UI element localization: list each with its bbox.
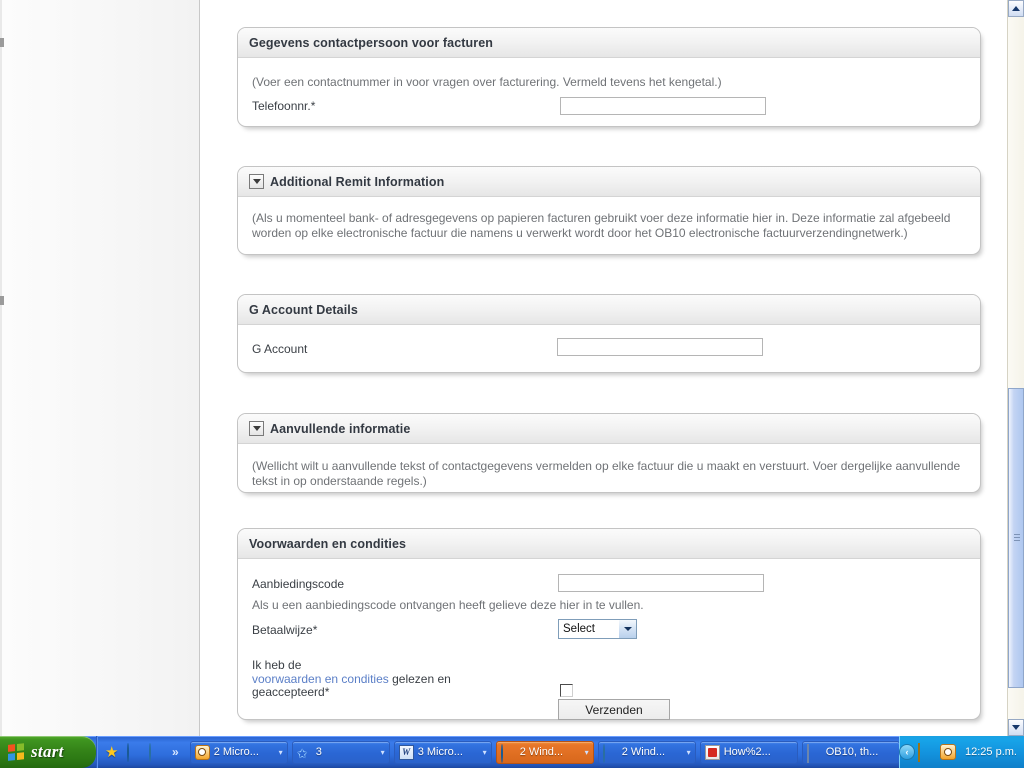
collapse-toggle-icon[interactable] bbox=[249, 174, 264, 189]
section-body: Aanbiedingscode Als u een aanbiedingscod… bbox=[238, 574, 980, 725]
system-tray: ‹ 12:25 p.m. bbox=[899, 736, 1024, 768]
task-button-active[interactable]: 2 Wind... ▾ bbox=[495, 740, 594, 764]
betaalwijze-label: Betaalwijze* bbox=[252, 623, 318, 637]
plane-icon: ✩ bbox=[296, 745, 308, 761]
field-row-aanbiedingscode: Aanbiedingscode bbox=[250, 574, 968, 601]
rail-marker-mid bbox=[0, 296, 4, 305]
field-row-accept-terms: Ik heb de voorwaarden en condities gelez… bbox=[250, 658, 968, 703]
swirl-icon[interactable] bbox=[149, 742, 166, 762]
section-note: (Als u momenteel bank- of adresgegevens … bbox=[252, 211, 951, 240]
section-note: (Voer een contactnummer in voor vragen o… bbox=[252, 75, 722, 89]
task-label: 3 bbox=[315, 746, 322, 758]
scroll-up-icon[interactable] bbox=[1008, 0, 1024, 17]
section-body: (Voer een contactnummer in voor vragen o… bbox=[238, 58, 980, 123]
task-label: 2 Wind... bbox=[519, 746, 564, 758]
task-button[interactable]: W 3 Micro... ▾ bbox=[393, 740, 492, 764]
section-title: Additional Remit Information bbox=[270, 174, 445, 189]
clock-icon bbox=[194, 744, 210, 760]
section-title: Gegevens contactpersoon voor facturen bbox=[249, 35, 494, 50]
section-body: (Wellicht wilt u aanvullende tekst of co… bbox=[238, 444, 980, 489]
screen-root: Gegevens contactpersoon voor facturen (V… bbox=[0, 0, 1024, 768]
section-g-account: G Account Details G Account bbox=[237, 294, 981, 373]
tray-clock[interactable]: 12:25 p.m. bbox=[965, 746, 1017, 758]
windows-logo-icon bbox=[8, 742, 25, 762]
task-label: OB10, th... bbox=[825, 746, 879, 758]
chevron-down-icon[interactable]: ▾ bbox=[687, 748, 691, 757]
document-icon bbox=[806, 743, 822, 763]
aanbiedingscode-label: Aanbiedingscode bbox=[252, 577, 345, 591]
section-title: G Account Details bbox=[249, 302, 358, 317]
accept-terms-checkbox[interactable] bbox=[560, 684, 573, 697]
media-player-icon bbox=[500, 743, 516, 763]
telefoonnr-label: Telefoonnr.* bbox=[252, 99, 316, 113]
scrollbar-grip-icon bbox=[1014, 534, 1020, 542]
task-label: 2 Micro... bbox=[213, 746, 259, 758]
windows-taskbar: start ★ » 2 Micro... ▾ ✩ 3 ▾ W 3 Micro..… bbox=[0, 736, 1024, 768]
field-row-telefoonnr: Telefoonnr.* bbox=[250, 97, 968, 123]
submit-row: Verzenden bbox=[250, 699, 968, 725]
chevron-down-icon[interactable]: ▾ bbox=[279, 748, 283, 757]
betaalwijze-selected-value: Select bbox=[563, 623, 595, 635]
section-header-additional-remit[interactable]: Additional Remit Information bbox=[238, 167, 980, 197]
section-body: (Als u momenteel bank- of adresgegevens … bbox=[238, 197, 980, 241]
section-contact-invoices: Gegevens contactpersoon voor facturen (V… bbox=[237, 27, 981, 127]
word-icon: W bbox=[398, 744, 414, 760]
section-additional-remit: Additional Remit Information (Als u mome… bbox=[237, 166, 981, 255]
scrollbar-thumb[interactable] bbox=[1008, 388, 1024, 688]
aanbiedingscode-input[interactable] bbox=[558, 574, 764, 592]
task-button-list: 2 Micro... ▾ ✩ 3 ▾ W 3 Micro... ▾ 2 Wind… bbox=[185, 736, 900, 768]
mail-icon[interactable] bbox=[918, 743, 934, 762]
verzenden-submit-button[interactable]: Verzenden bbox=[558, 699, 670, 720]
accept-terms-text-1: Ik heb de bbox=[252, 658, 302, 672]
chevron-down-icon[interactable]: ▾ bbox=[483, 748, 487, 757]
section-header-g-account: G Account Details bbox=[238, 295, 980, 325]
task-button[interactable]: ✩ 3 ▾ bbox=[291, 740, 390, 764]
section-title: Voorwaarden en condities bbox=[249, 536, 407, 551]
start-button[interactable]: start bbox=[0, 736, 96, 768]
task-label: 3 Micro... bbox=[417, 746, 463, 758]
accept-terms-label: Ik heb de voorwaarden en condities gelez… bbox=[252, 658, 502, 700]
chevron-down-icon[interactable]: ▾ bbox=[381, 748, 385, 757]
field-row-g-account: G Account bbox=[250, 338, 968, 366]
chevron-left-icon: ‹ bbox=[899, 744, 916, 760]
section-body: G Account bbox=[238, 338, 980, 366]
betaalwijze-select[interactable]: Select bbox=[558, 619, 637, 639]
quick-launch-bar: ★ » bbox=[96, 736, 185, 768]
swirl-icon bbox=[602, 743, 618, 763]
section-header-voorwaarden: Voorwaarden en condities bbox=[238, 529, 980, 559]
star-icon[interactable]: ★ bbox=[105, 744, 122, 761]
media-player-icon[interactable] bbox=[127, 742, 144, 762]
chevron-down-icon[interactable] bbox=[618, 620, 636, 638]
telefoonnr-input[interactable] bbox=[560, 97, 766, 115]
clock-icon[interactable] bbox=[940, 744, 957, 760]
vertical-scrollbar[interactable] bbox=[1007, 0, 1024, 736]
scroll-down-icon[interactable] bbox=[1008, 719, 1024, 736]
task-label: How%2... bbox=[723, 746, 771, 758]
tray-expand-button[interactable]: ‹ bbox=[899, 736, 916, 768]
section-header-aanvullende-informatie[interactable]: Aanvullende informatie bbox=[238, 414, 980, 444]
form-content-area: Gegevens contactpersoon voor facturen (V… bbox=[201, 0, 996, 736]
task-button[interactable]: 2 Micro... ▾ bbox=[189, 740, 288, 764]
section-note: (Wellicht wilt u aanvullende tekst of co… bbox=[252, 459, 961, 488]
start-button-label: start bbox=[31, 742, 64, 761]
section-title: Aanvullende informatie bbox=[270, 421, 411, 436]
quicklaunch-overflow-icon[interactable]: » bbox=[172, 745, 179, 759]
task-button[interactable]: How%2... bbox=[699, 740, 798, 764]
field-row-betaalwijze: Betaalwijze* Select bbox=[250, 619, 968, 647]
section-header-contact-invoices: Gegevens contactpersoon voor facturen bbox=[238, 28, 980, 58]
section-voorwaarden: Voorwaarden en condities Aanbiedingscode… bbox=[237, 528, 981, 720]
left-sidebar-panel bbox=[0, 0, 200, 736]
task-button[interactable]: 2 Wind... ▾ bbox=[597, 740, 696, 764]
g-account-input[interactable] bbox=[557, 338, 763, 356]
section-aanvullende-informatie: Aanvullende informatie (Wellicht wilt u … bbox=[237, 413, 981, 493]
g-account-label: G Account bbox=[252, 342, 308, 356]
rail-marker-top bbox=[0, 38, 4, 47]
chevron-down-icon[interactable]: ▾ bbox=[585, 748, 589, 757]
collapse-toggle-icon[interactable] bbox=[249, 421, 264, 436]
pdf-icon bbox=[704, 744, 720, 760]
left-edge-strip bbox=[0, 0, 2, 736]
task-label: 2 Wind... bbox=[621, 746, 666, 758]
task-button[interactable]: OB10, th... bbox=[801, 740, 900, 764]
terms-and-conditions-link[interactable]: voorwaarden en condities bbox=[252, 672, 389, 686]
